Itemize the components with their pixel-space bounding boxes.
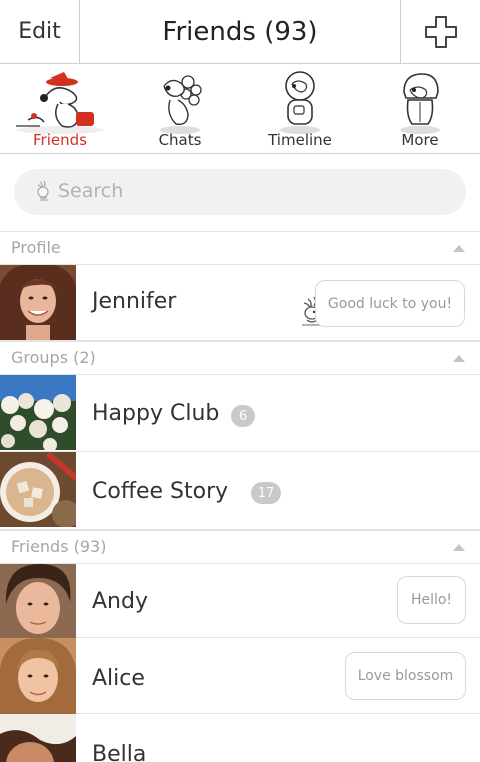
tab-timeline[interactable]: Timeline (240, 64, 360, 153)
avatar (0, 714, 76, 762)
tab-friends-label: Friends (33, 131, 87, 149)
avatar (0, 265, 76, 340)
member-count-badge: 6 (231, 405, 255, 427)
profile-name: Jennifer (92, 289, 177, 314)
search-input[interactable]: Search (14, 169, 466, 215)
profile-row[interactable]: Jennifer Good luck to you! (0, 265, 480, 341)
avatar (0, 375, 76, 450)
friend-name: Andy (92, 589, 148, 614)
section-header-groups[interactable]: Groups (2) (0, 341, 480, 375)
snoopy-raincoat-icon (400, 73, 440, 134)
avatar (0, 452, 76, 527)
tab-bar: Friends Chats Timeline More (0, 64, 480, 154)
add-friend-button[interactable] (400, 0, 480, 63)
tab-chats-label: Chats (158, 131, 202, 149)
section-label-friends: Friends (93) (11, 537, 107, 556)
section-header-friends[interactable]: Friends (93) (0, 530, 480, 564)
tab-chats[interactable]: Chats (120, 64, 240, 153)
friend-row[interactable]: Alice Love blossom (0, 638, 480, 714)
snoopy-hat-icon (16, 72, 104, 134)
plus-icon (424, 15, 457, 48)
group-name: Coffee Story (92, 479, 229, 504)
friend-name: Alice (92, 666, 145, 691)
chevron-up-icon (453, 544, 465, 551)
friend-row[interactable]: Andy Hello! (0, 564, 480, 638)
snoopy-flowers-icon (160, 75, 202, 134)
avatar (0, 638, 76, 714)
search-placeholder: Search (58, 180, 124, 202)
page-title: Friends (93) (162, 16, 318, 47)
top-bar: Edit Friends (93) (0, 0, 480, 64)
edit-button[interactable]: Edit (0, 0, 80, 63)
friend-name: Bella (92, 742, 147, 762)
avatar (0, 564, 76, 638)
chevron-up-icon (453, 355, 465, 362)
group-row[interactable]: Coffee Story 17 (0, 452, 480, 530)
tab-friends[interactable]: Friends (0, 64, 120, 153)
status-bubble: Good luck to you! (315, 280, 465, 327)
chevron-up-icon (453, 245, 465, 252)
group-name: Happy Club (92, 401, 220, 426)
tab-timeline-label: Timeline (268, 131, 332, 149)
section-label-groups: Groups (2) (11, 348, 96, 367)
group-row[interactable]: Happy Club 6 (0, 375, 480, 452)
snoopy-astronaut-icon (280, 71, 320, 134)
section-label-profile: Profile (11, 238, 61, 257)
section-header-profile[interactable]: Profile (0, 231, 480, 265)
woodstock-icon (37, 180, 49, 201)
status-bubble: Hello! (397, 576, 466, 624)
status-bubble: Love blossom (345, 652, 466, 700)
member-count-badge: 17 (251, 482, 281, 504)
tab-more-label: More (401, 131, 439, 149)
friend-row[interactable]: Bella (0, 714, 480, 762)
tab-more[interactable]: More (360, 64, 480, 153)
